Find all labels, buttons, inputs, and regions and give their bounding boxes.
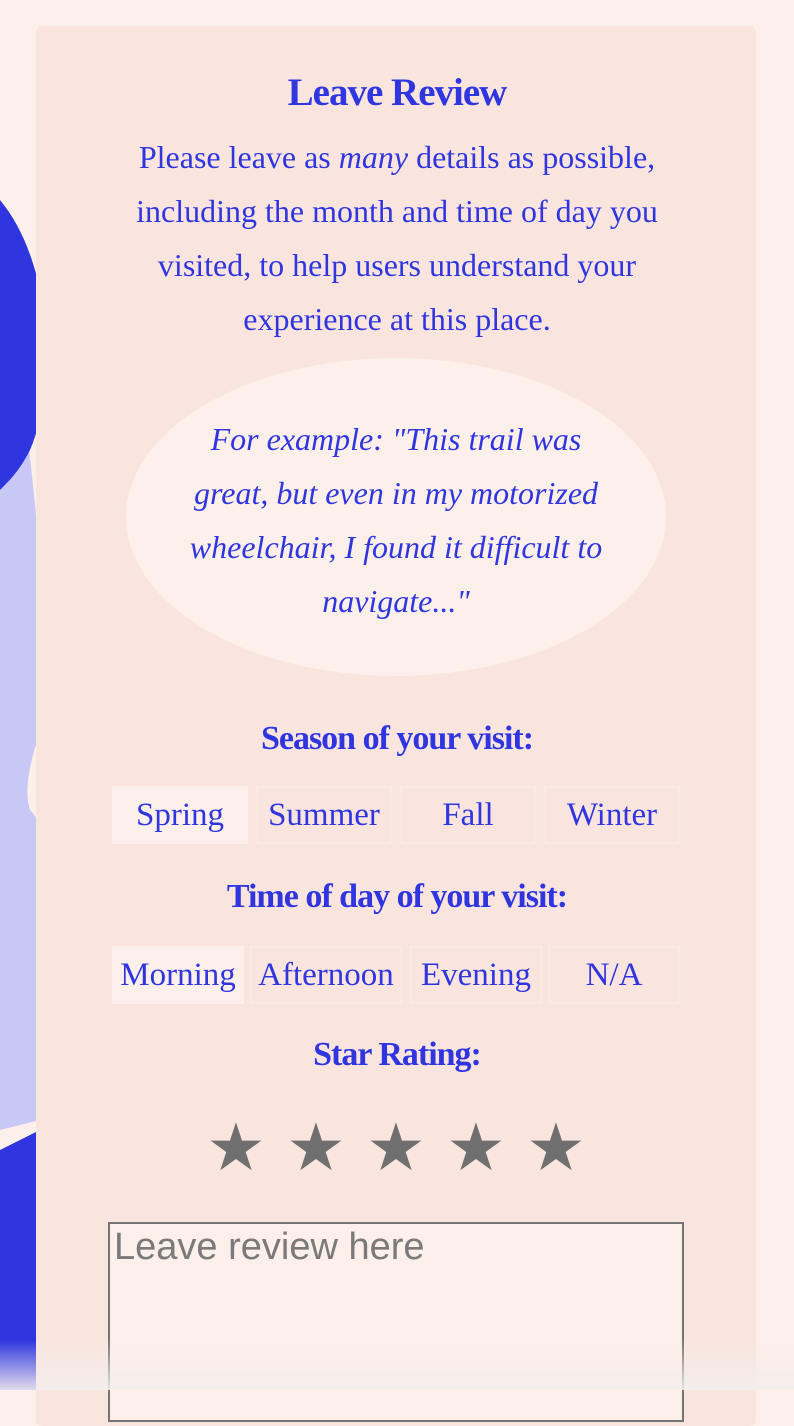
time-option-afternoon[interactable]: Afternoon bbox=[250, 946, 402, 1004]
page-title: Leave Review bbox=[287, 71, 508, 114]
star-rating-label: Star Rating: bbox=[313, 1036, 482, 1073]
season-option-winter[interactable]: Winter bbox=[544, 786, 680, 844]
instructions-emphasis: many bbox=[338, 139, 409, 175]
time-option-evening[interactable]: Evening bbox=[410, 946, 542, 1004]
season-option-summer[interactable]: Summer bbox=[256, 786, 392, 844]
time-option-morning[interactable]: Morning bbox=[112, 946, 244, 1004]
instructions-text: Please leave as many details as possible… bbox=[104, 130, 690, 346]
time-option-na[interactable]: N/A bbox=[548, 946, 680, 1004]
star-icon[interactable]: ★ bbox=[276, 1110, 356, 1186]
season-option-fall[interactable]: Fall bbox=[400, 786, 536, 844]
example-text: For example: "This trail was great, but … bbox=[189, 421, 603, 619]
star-icon[interactable]: ★ bbox=[356, 1110, 436, 1186]
star-icon[interactable]: ★ bbox=[516, 1110, 596, 1186]
star-rating: ★ ★ ★ ★ ★ bbox=[196, 1110, 596, 1186]
star-icon[interactable]: ★ bbox=[436, 1110, 516, 1186]
season-option-spring[interactable]: Spring bbox=[112, 786, 248, 844]
season-label: Season of your visit: bbox=[260, 720, 534, 757]
instructions-lead: Please leave as bbox=[138, 139, 339, 175]
star-icon[interactable]: ★ bbox=[196, 1110, 276, 1186]
time-of-day-label: Time of day of your visit: bbox=[226, 878, 568, 915]
review-text-input[interactable] bbox=[108, 1222, 684, 1422]
